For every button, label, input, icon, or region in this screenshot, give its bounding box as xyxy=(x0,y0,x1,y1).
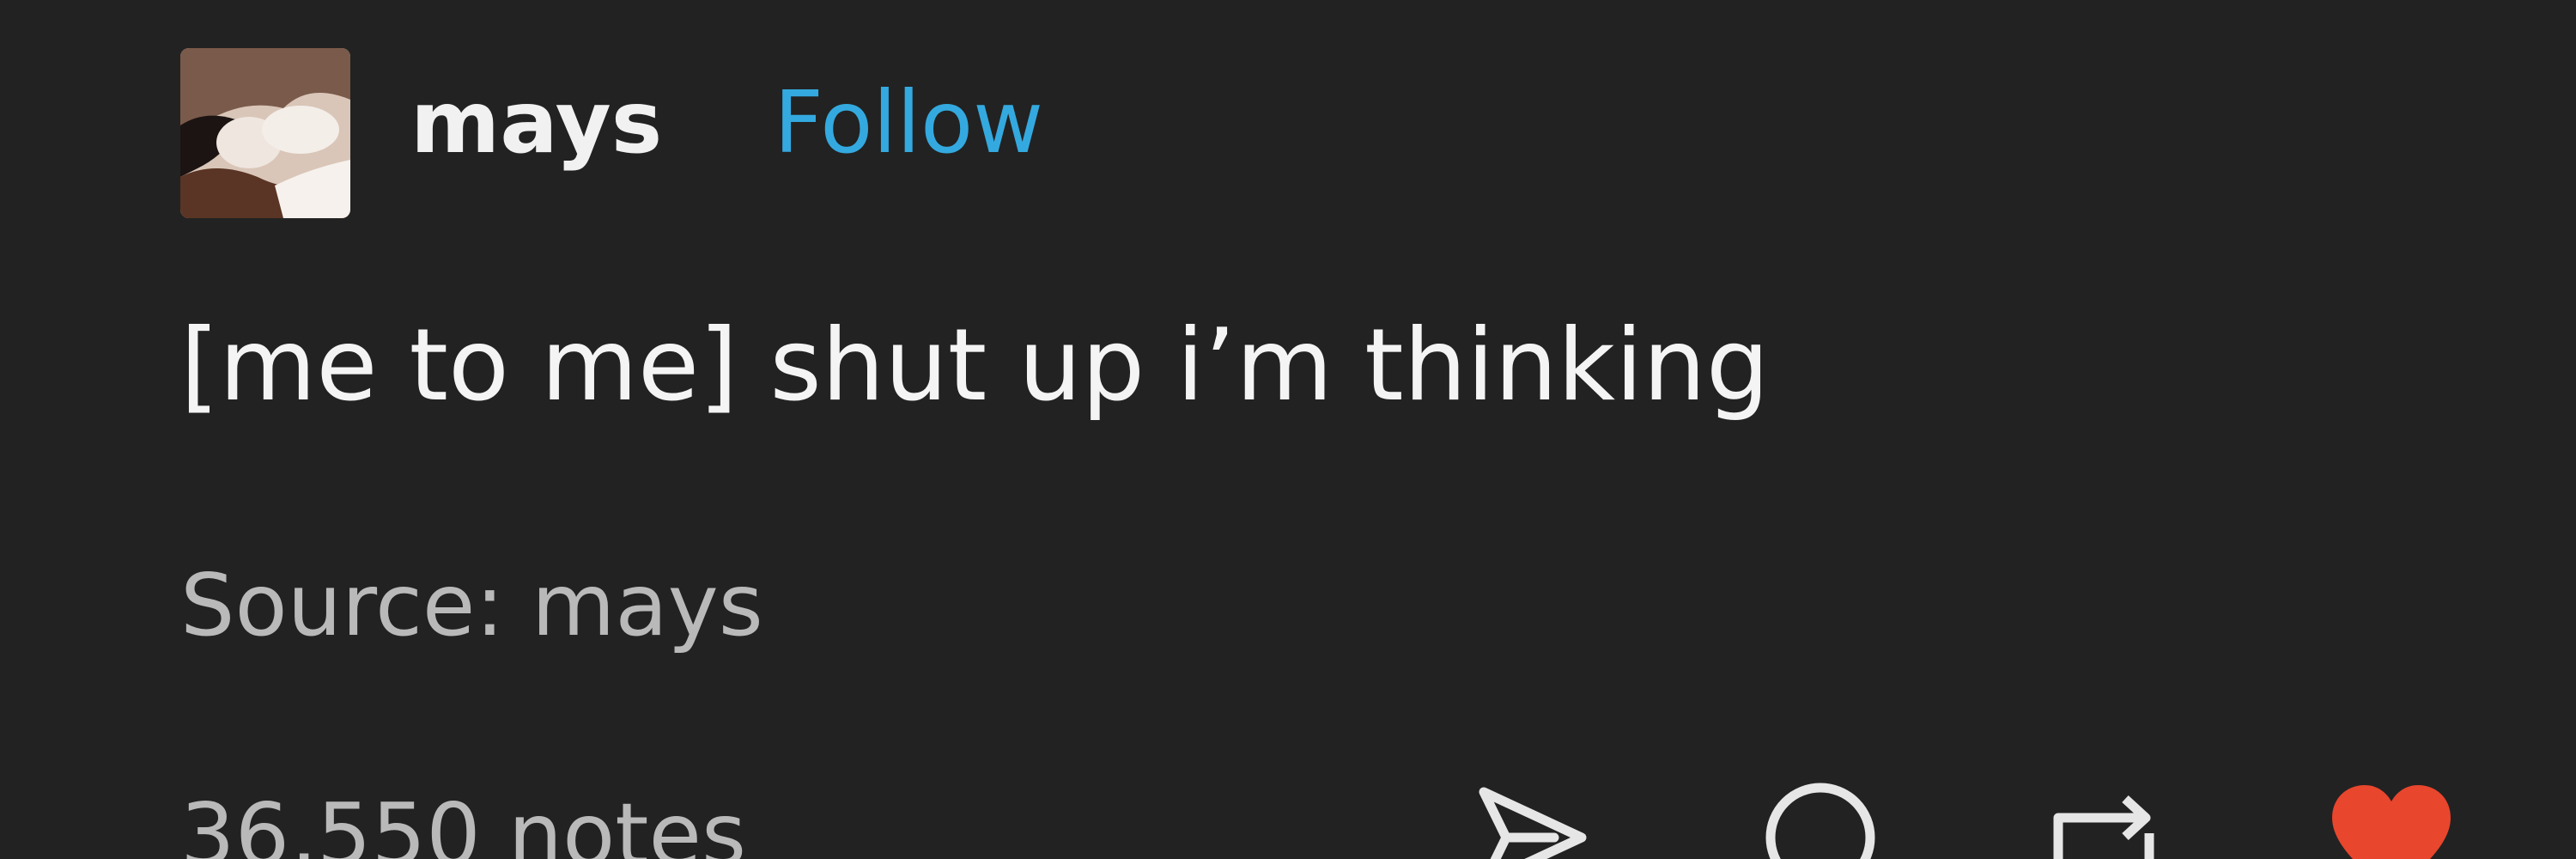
reply-button[interactable] xyxy=(1756,773,1885,859)
source-prefix: Source: xyxy=(180,555,532,655)
reblog-icon xyxy=(2053,795,2154,859)
username[interactable]: mays xyxy=(410,80,662,166)
avatar[interactable] xyxy=(180,48,350,218)
share-button[interactable] xyxy=(1468,773,1597,859)
follow-button[interactable]: Follow xyxy=(774,80,1043,166)
notes-count[interactable]: 36,550 notes xyxy=(180,792,746,859)
heart-icon xyxy=(2332,785,2451,859)
like-button[interactable] xyxy=(2327,773,2456,859)
post-card: mays Follow [me to me] shut up i’m think… xyxy=(0,0,2576,859)
avatar-image xyxy=(180,48,350,218)
share-icon xyxy=(1479,787,1587,859)
reblog-button[interactable] xyxy=(2039,773,2168,859)
post-source: Source: mays xyxy=(180,563,763,649)
reply-icon xyxy=(1765,783,1875,859)
source-link[interactable]: mays xyxy=(532,555,763,655)
post-body: [me to me] shut up i’m thinking xyxy=(180,308,1770,423)
post-header: mays Follow xyxy=(180,47,1043,219)
